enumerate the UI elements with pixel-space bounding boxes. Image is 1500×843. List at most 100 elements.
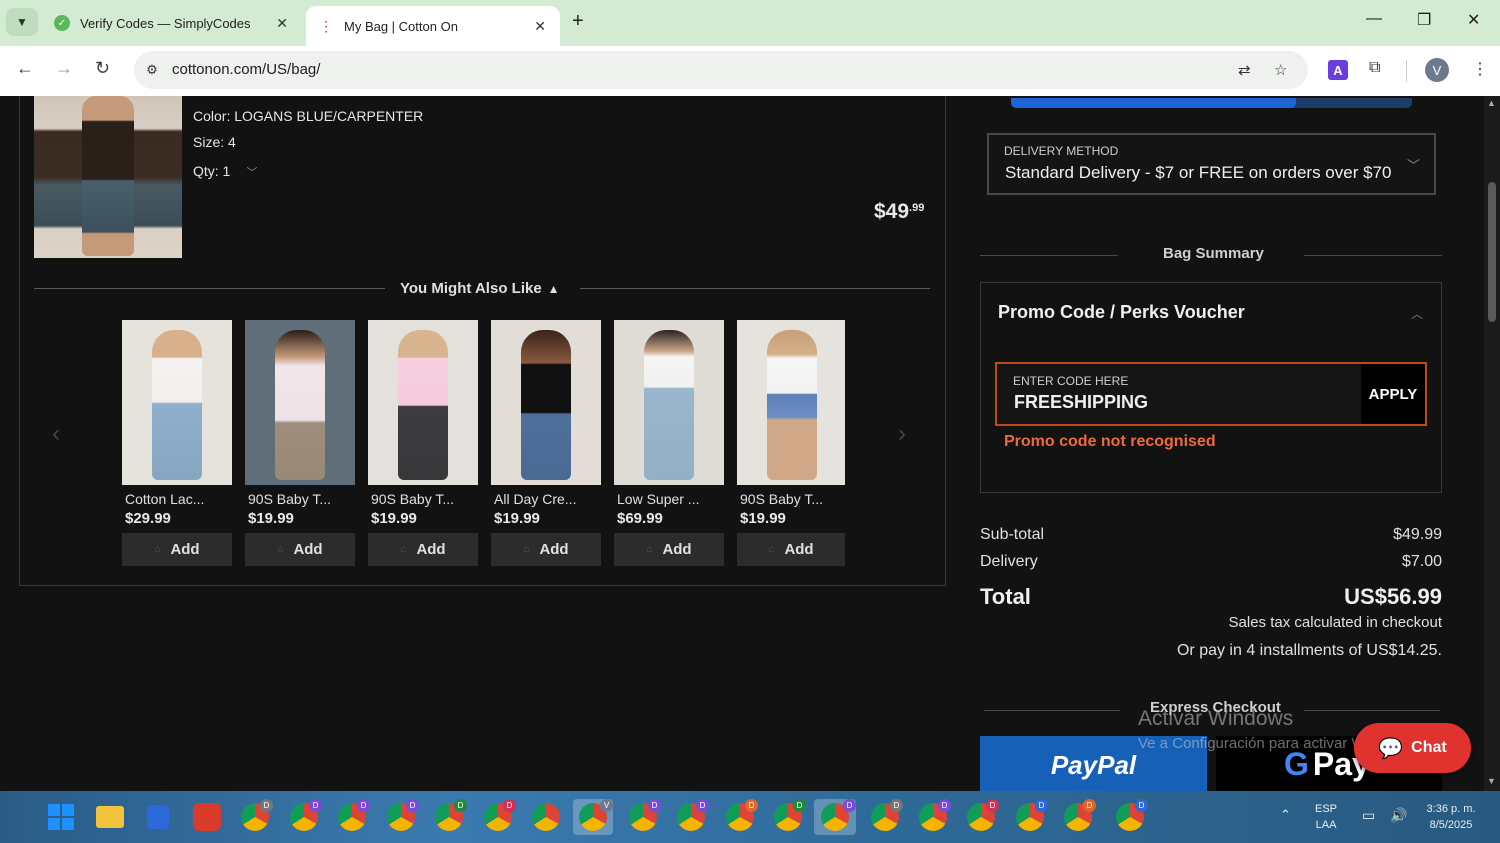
chrome-profile-icon[interactable]: D bbox=[383, 799, 419, 835]
chrome-profile-icon[interactable]: D bbox=[1012, 799, 1048, 835]
chat-button[interactable]: 💬 Chat bbox=[1354, 723, 1471, 773]
clock[interactable]: 3:36 p. m. 8/5/2025 bbox=[1420, 801, 1482, 833]
chrome-profile-icon[interactable]: D bbox=[237, 799, 273, 835]
product-image[interactable] bbox=[737, 320, 845, 485]
tray-chevron-icon[interactable]: ⌃ bbox=[1280, 807, 1291, 823]
product-card[interactable]: Low Super ... $69.99 ⌂ Add bbox=[614, 320, 724, 566]
app-red-icon[interactable] bbox=[189, 799, 225, 835]
bookmark-star-icon[interactable]: ☆ bbox=[1274, 61, 1287, 79]
chevron-down-icon: ﹀ bbox=[246, 167, 258, 179]
chrome-profile-icon[interactable]: D bbox=[1112, 799, 1148, 835]
tab-search-button[interactable]: ▼ bbox=[6, 8, 38, 36]
add-to-bag-button[interactable]: ⌂ Add bbox=[368, 533, 478, 566]
extensions-puzzle-icon[interactable]: ⧉ bbox=[1369, 59, 1380, 77]
product-name[interactable]: 90S Baby T... bbox=[248, 491, 355, 507]
start-button[interactable] bbox=[43, 799, 79, 835]
new-tab-plus-icon[interactable]: + bbox=[572, 10, 584, 33]
chrome-profile-icon[interactable] bbox=[528, 799, 564, 835]
product-image[interactable] bbox=[245, 320, 355, 485]
product-name[interactable]: Low Super ... bbox=[617, 491, 724, 507]
kebab-menu-icon[interactable]: ⋮ bbox=[1472, 59, 1488, 79]
chrome-profile-icon[interactable]: D bbox=[1060, 799, 1096, 835]
product-name[interactable]: 90S Baby T... bbox=[371, 491, 478, 507]
back-arrow-icon[interactable]: ← bbox=[16, 58, 34, 79]
product-image[interactable] bbox=[491, 320, 601, 485]
promo-code-field[interactable]: ENTER CODE HERE FREESHIPPING APPLY bbox=[995, 362, 1427, 426]
total-value: US$56.99 bbox=[1344, 584, 1442, 609]
product-card[interactable]: 90S Baby T... $19.99 ⌂ Add bbox=[368, 320, 478, 566]
scroll-up-icon[interactable]: ▲ bbox=[1487, 98, 1496, 108]
chrome-profile-icon[interactable]: D bbox=[867, 799, 903, 835]
translate-icon[interactable]: ⇄ bbox=[1238, 61, 1251, 79]
chrome-profile-icon[interactable]: D bbox=[334, 799, 370, 835]
windows-activation-title: Activar Windows bbox=[1138, 707, 1294, 730]
promo-input-value[interactable]: FREESHIPPING bbox=[1014, 392, 1148, 413]
file-explorer-icon[interactable] bbox=[92, 799, 128, 835]
store-icon[interactable] bbox=[140, 799, 176, 835]
bag-icon: ⌂ bbox=[523, 544, 530, 555]
close-window-icon[interactable]: ✕ bbox=[1467, 10, 1480, 30]
chrome-profile-icon[interactable]: V bbox=[573, 799, 613, 835]
product-card[interactable]: 90S Baby T... $19.99 ⌂ Add bbox=[245, 320, 355, 566]
add-to-bag-button[interactable]: ⌂ Add bbox=[737, 533, 845, 566]
carousel-prev-icon[interactable]: ‹ bbox=[52, 420, 60, 448]
forward-arrow-icon[interactable]: → bbox=[55, 58, 73, 79]
recommendations-toggle[interactable]: You Might Also Like ▲ bbox=[400, 280, 560, 297]
product-card[interactable]: Cotton Lac... $29.99 ⌂ Add bbox=[122, 320, 232, 566]
tab-simplycodes[interactable]: ✓ Verify Codes — SimplyCodes ✕ bbox=[44, 6, 302, 40]
bag-summary-title: Bag Summary bbox=[1163, 245, 1264, 262]
qty-selector[interactable]: Qty: 1 ﹀ bbox=[193, 163, 257, 180]
language-indicator[interactable]: ESP LAA bbox=[1315, 801, 1337, 833]
site-info-icon[interactable]: ⚙ bbox=[142, 60, 162, 80]
product-image[interactable] bbox=[122, 320, 232, 485]
product-name[interactable]: 90S Baby T... bbox=[740, 491, 845, 507]
product-image[interactable] bbox=[368, 320, 478, 485]
chrome-profile-icon[interactable]: D bbox=[770, 799, 806, 835]
chrome-profile-icon[interactable]: D bbox=[915, 799, 951, 835]
installments-note[interactable]: Or pay in 4 installments of US$14.25. bbox=[1177, 642, 1442, 660]
chrome-profile-icon[interactable]: D bbox=[286, 799, 322, 835]
minimize-icon[interactable]: — bbox=[1366, 10, 1382, 28]
network-icon[interactable]: ▭ bbox=[1362, 807, 1375, 823]
product-card[interactable]: All Day Cre... $19.99 ⌂ Add bbox=[491, 320, 601, 566]
bag-icon: ⌂ bbox=[400, 544, 407, 555]
tab-cotton-on[interactable]: ⋮ My Bag | Cotton On ✕ bbox=[306, 6, 560, 46]
close-tab-icon[interactable]: ✕ bbox=[534, 18, 546, 35]
chrome-profile-icon[interactable]: D bbox=[673, 799, 709, 835]
chrome-profile-icon[interactable]: D bbox=[431, 799, 467, 835]
page-scrollbar[interactable]: ▲ ▼ bbox=[1484, 96, 1500, 791]
lang-top: ESP bbox=[1315, 803, 1338, 815]
chrome-profile-icon[interactable]: D bbox=[480, 799, 516, 835]
product-card[interactable]: 90S Baby T... $19.99 ⌂ Add bbox=[737, 320, 845, 566]
add-to-bag-button[interactable]: ⌂ Add bbox=[122, 533, 232, 566]
close-tab-icon[interactable]: ✕ bbox=[276, 15, 288, 32]
chevron-up-icon[interactable]: ︿ bbox=[1411, 305, 1423, 322]
add-to-bag-button[interactable]: ⌂ Add bbox=[614, 533, 724, 566]
address-bar[interactable]: ⚙ cottonon.com/US/bag/ ⇄ ☆ bbox=[134, 51, 1308, 89]
maximize-icon[interactable]: ❐ bbox=[1417, 10, 1431, 30]
delivery-row: Delivery $7.00 bbox=[980, 553, 1442, 571]
chrome-profile-icon[interactable]: D bbox=[722, 799, 758, 835]
reload-icon[interactable]: ↻ bbox=[95, 58, 110, 79]
scrollbar-thumb[interactable] bbox=[1488, 182, 1496, 322]
delivery-method-select[interactable]: DELIVERY METHOD Standard Delivery - $7 o… bbox=[987, 133, 1436, 195]
promo-title[interactable]: Promo Code / Perks Voucher bbox=[998, 302, 1245, 323]
scroll-down-icon[interactable]: ▼ bbox=[1487, 776, 1496, 786]
extension-a-icon[interactable]: A bbox=[1328, 60, 1348, 80]
product-name[interactable]: Cotton Lac... bbox=[125, 491, 232, 507]
product-name[interactable]: All Day Cre... bbox=[494, 491, 601, 507]
profile-avatar[interactable]: V bbox=[1425, 58, 1449, 82]
cart-item-image[interactable] bbox=[34, 96, 182, 258]
chrome-profile-icon[interactable]: D bbox=[814, 799, 856, 835]
url-text[interactable]: cottonon.com/US/bag/ bbox=[172, 61, 320, 78]
chevron-down-icon: ▼ bbox=[16, 15, 28, 29]
volume-icon[interactable]: 🔊 bbox=[1390, 807, 1407, 823]
add-to-bag-button[interactable]: ⌂ Add bbox=[491, 533, 601, 566]
add-to-bag-button[interactable]: ⌂ Add bbox=[245, 533, 355, 566]
product-image[interactable] bbox=[614, 320, 724, 485]
chrome-profile-icon[interactable]: D bbox=[963, 799, 999, 835]
chrome-profile-icon[interactable]: D bbox=[625, 799, 661, 835]
apply-button[interactable]: APPLY bbox=[1361, 364, 1425, 424]
caret-up-icon: ▲ bbox=[547, 282, 560, 296]
carousel-next-icon[interactable]: › bbox=[898, 420, 906, 448]
